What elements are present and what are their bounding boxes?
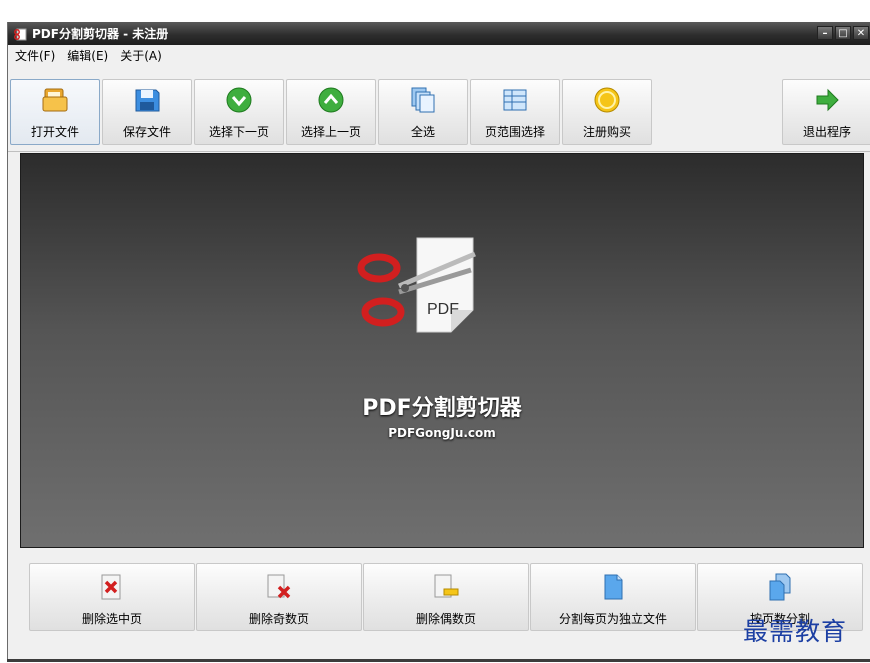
exit-label: 退出程序 bbox=[802, 125, 851, 139]
app-logo-icon bbox=[14, 28, 27, 40]
select-all-button[interactable]: 全选 bbox=[378, 79, 468, 145]
split-each-page-button[interactable]: 分割每页为独立文件 bbox=[530, 563, 696, 631]
floppy-disk-icon bbox=[135, 89, 160, 112]
delete-page-icon bbox=[101, 574, 121, 600]
scissors-pdf-logo: PDF bbox=[357, 237, 476, 333]
arrow-down-circle-icon bbox=[226, 87, 252, 113]
app-window: PDF分割剪切器 - 未注册 – □ ✕ 文件(F) 编辑(E) 关于(A) 打… bbox=[7, 22, 870, 662]
page-range-label: 页范围选择 bbox=[484, 125, 545, 139]
split-pages-icon bbox=[604, 574, 623, 600]
window-bottom-edge bbox=[7, 659, 870, 662]
menu-edit[interactable]: 编辑(E) bbox=[62, 47, 113, 64]
menu-about[interactable]: 关于(A) bbox=[115, 47, 167, 64]
save-file-label: 保存文件 bbox=[122, 125, 171, 139]
delete-even-button[interactable]: 删除偶数页 bbox=[363, 563, 529, 631]
select-all-label: 全选 bbox=[410, 125, 435, 139]
page-range-icon bbox=[503, 89, 527, 111]
prev-page-button[interactable]: 选择上一页 bbox=[286, 79, 376, 145]
menu-file[interactable]: 文件(F) bbox=[10, 47, 60, 64]
app-brand-url: PDFGongJu.com bbox=[388, 426, 496, 440]
delete-selected-button[interactable]: 删除选中页 bbox=[29, 563, 195, 631]
register-buy-label: 注册购买 bbox=[582, 125, 631, 139]
delete-odd-label: 删除奇数页 bbox=[248, 612, 309, 626]
next-page-label: 选择下一页 bbox=[208, 125, 269, 139]
delete-even-pages-icon bbox=[434, 574, 459, 598]
pages-stack-icon bbox=[411, 87, 435, 113]
open-file-button[interactable]: 打开文件 bbox=[10, 79, 100, 145]
arrow-up-circle-icon bbox=[318, 87, 344, 113]
exit-button[interactable]: 退出程序 bbox=[782, 79, 870, 145]
minimize-button[interactable]: – bbox=[817, 26, 833, 40]
menu-bar: 文件(F) 编辑(E) 关于(A) bbox=[8, 45, 870, 65]
prev-page-label: 选择上一页 bbox=[300, 125, 361, 139]
toolbar: 打开文件 保存文件 选择下一页 选择上一页 全选 页范围选择 注册购买 退出程序 bbox=[8, 65, 870, 152]
page-range-button[interactable]: 页范围选择 bbox=[470, 79, 560, 145]
split-each-page-label: 分割每页为独立文件 bbox=[558, 612, 667, 626]
next-page-button[interactable]: 选择下一页 bbox=[194, 79, 284, 145]
coin-icon bbox=[594, 87, 620, 113]
delete-odd-pages-icon bbox=[267, 574, 291, 599]
close-button[interactable]: ✕ bbox=[853, 26, 869, 40]
app-brand-title: PDF分割剪切器 bbox=[362, 396, 522, 421]
delete-selected-label: 删除选中页 bbox=[81, 612, 142, 626]
register-buy-button[interactable]: 注册购买 bbox=[562, 79, 652, 145]
maximize-button[interactable]: □ bbox=[835, 26, 851, 40]
window-title: PDF分割剪切器 - 未注册 bbox=[32, 27, 169, 41]
logo-pdf-text: PDF bbox=[427, 301, 459, 318]
title-bar[interactable]: PDF分割剪切器 - 未注册 – □ ✕ bbox=[8, 22, 870, 45]
window-controls: – □ ✕ bbox=[817, 26, 869, 40]
delete-odd-button[interactable]: 删除奇数页 bbox=[196, 563, 362, 631]
split-by-count-icon bbox=[769, 573, 791, 601]
watermark-text: 最需教育 bbox=[743, 617, 848, 646]
exit-arrow-icon bbox=[816, 88, 839, 112]
delete-even-label: 删除偶数页 bbox=[415, 612, 476, 626]
save-file-button[interactable]: 保存文件 bbox=[102, 79, 192, 145]
folder-icon bbox=[42, 88, 68, 112]
page-viewer[interactable]: PDF PDF分割剪切器 PDFGongJu.com bbox=[20, 153, 864, 548]
action-bar: 删除选中页 删除奇数页 删除偶数页 分割每页为独立文件 按页数分割 bbox=[8, 549, 870, 662]
open-file-label: 打开文件 bbox=[30, 125, 79, 139]
